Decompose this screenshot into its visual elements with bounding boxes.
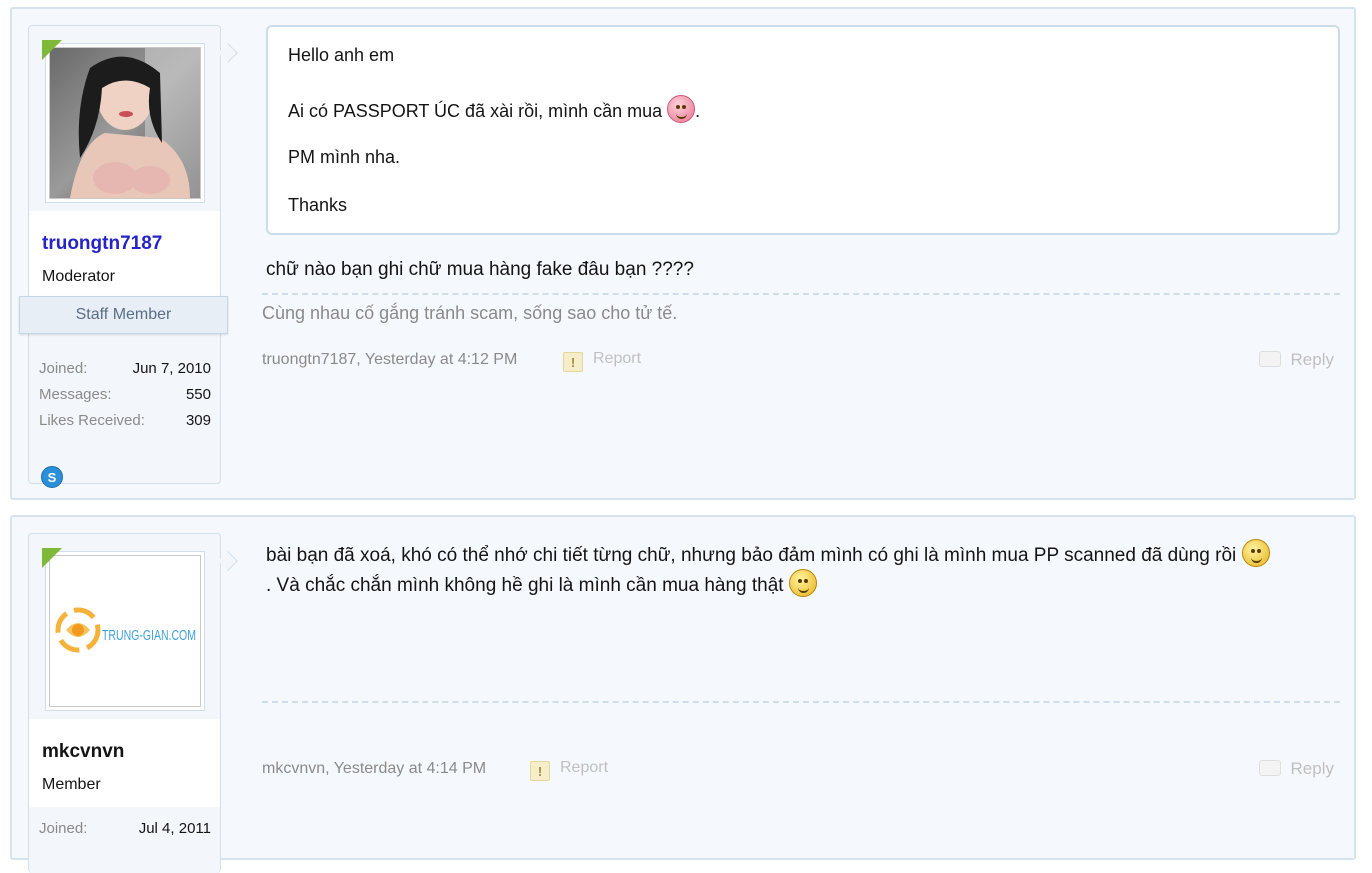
quote-line: Hello anh em (288, 45, 395, 65)
stat-label: Messages: (39, 386, 112, 403)
stat-value: Jul 4, 2011 (138, 820, 211, 837)
stat-label: Joined: (39, 820, 88, 837)
post-meta[interactable]: mkcvnvn, Yesterday at 4:14 PM (262, 760, 486, 778)
user-title: Moderator (42, 268, 115, 285)
stat-label: Joined: (39, 360, 88, 377)
stat-value: Jun 7, 2010 (132, 360, 211, 377)
post-meta[interactable]: truongtn7187, Yesterday at 4:12 PM (262, 351, 517, 369)
reply-label: Reply (1290, 350, 1334, 369)
reply-icon (1258, 351, 1281, 367)
report-label: Report (593, 350, 642, 367)
online-indicator (42, 548, 62, 568)
user-name-block: mkcvnvn Member (29, 719, 220, 807)
message-user-info: TRUNG-GIAN.COM mkcvnvn Member Joined: Ju… (28, 533, 238, 873)
staff-banner: Staff Member (19, 296, 228, 334)
quote-text-end: . (695, 101, 701, 121)
report-icon: ! (530, 761, 550, 781)
quote-line: PM mình nha. (288, 147, 401, 167)
user-title: Member (42, 776, 101, 793)
stat-joined: Joined: Jun 7, 2010 (39, 360, 211, 386)
report-label: Report (560, 759, 609, 776)
smile-emoji-icon (1241, 539, 1270, 567)
user-stats: Joined: Jun 7, 2010 Messages: 550 Likes … (39, 360, 211, 438)
message-user-info: truongtn7187 Moderator Staff Member Join… (19, 25, 238, 488)
message-text: bài bạn đã xoá, khó có thể nhớ chi tiết … (266, 539, 1270, 567)
report-button[interactable]: ! Report (563, 350, 641, 372)
report-icon: ! (563, 352, 583, 372)
avatar-logo-text: TRUNG-GIAN.COM (102, 627, 196, 644)
reply-icon (1258, 760, 1281, 776)
stat-likes: Likes Received: 309 (39, 412, 211, 438)
report-button[interactable]: ! Report (530, 759, 608, 781)
userinfo-arrow (218, 43, 238, 63)
stat-label: Likes Received: (39, 412, 145, 429)
smile-emoji-icon (788, 569, 817, 597)
quote-line: Thanks (288, 195, 348, 215)
reply-button[interactable]: Reply (1258, 759, 1334, 779)
message-text: . Và chắc chắn mình không hề ghi là mình… (266, 569, 817, 597)
reply-button[interactable]: Reply (1258, 350, 1334, 370)
message-line: . Và chắc chắn mình không hề ghi là mình… (266, 575, 784, 596)
avatar-image: TRUNG-GIAN.COM (49, 555, 201, 707)
avatar[interactable]: TRUNG-GIAN.COM (45, 551, 205, 711)
quote-text: Ai có PASSPORT ÚC đã xài rồi, mình cần m… (288, 101, 663, 121)
signature-divider (262, 293, 1340, 295)
tongue-emoji-icon (667, 95, 696, 123)
stat-value[interactable]: 550 (186, 386, 211, 403)
trung-gian-logo: TRUNG-GIAN.COM (55, 607, 196, 653)
post: truongtn7187 Moderator Staff Member Join… (10, 7, 1356, 500)
quote-line: Ai có PASSPORT ÚC đã xài rồi, mình cần m… (288, 95, 700, 123)
message-line: bài bạn đã xoá, khó có thể nhớ chi tiết … (266, 545, 1237, 566)
avatar-image (49, 47, 201, 199)
userinfo-arrow (218, 551, 238, 571)
avatar[interactable] (45, 43, 205, 203)
message-text: chữ nào bạn ghi chữ mua hàng fake đâu bạ… (266, 259, 694, 280)
signature-divider (262, 701, 1340, 703)
stat-messages: Messages: 550 (39, 386, 211, 412)
stat-value: 309 (185, 412, 211, 429)
username-link[interactable]: truongtn7187 (42, 233, 162, 255)
online-indicator (42, 40, 62, 60)
quote-block: Hello anh em Ai có PASSPORT ÚC đã xài rồ… (266, 25, 1340, 235)
username-link[interactable]: mkcvnvn (42, 741, 124, 763)
skype-icon[interactable]: S (41, 466, 63, 488)
signature: Cùng nhau cố gắng tránh scam, sống sao c… (262, 303, 678, 323)
reply-label: Reply (1290, 759, 1334, 778)
user-name-block: truongtn7187 Moderator (29, 211, 220, 297)
user-stats: Joined: Jul 4, 2011 (39, 820, 211, 846)
post: TRUNG-GIAN.COM mkcvnvn Member Joined: Ju… (10, 515, 1356, 873)
stat-joined: Joined: Jul 4, 2011 (39, 820, 211, 846)
